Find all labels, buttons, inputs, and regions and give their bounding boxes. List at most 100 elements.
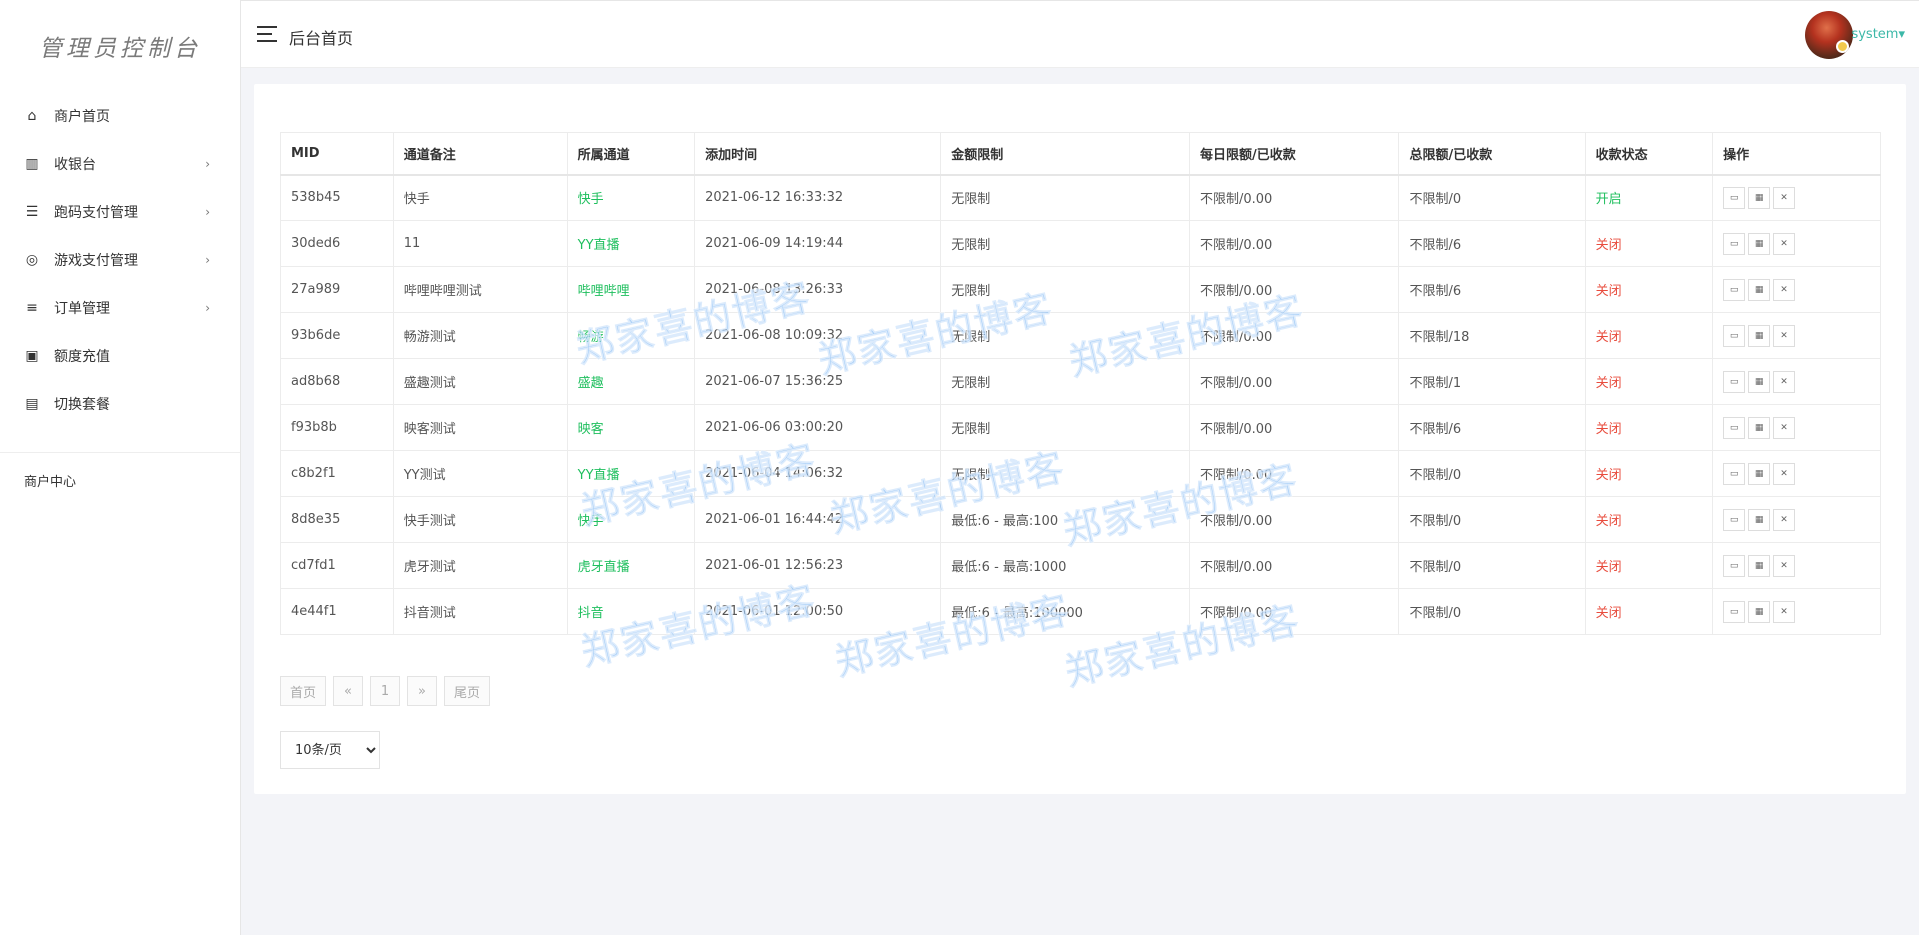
close-icon[interactable]: ✕ [1773, 462, 1796, 485]
table-cell: 不限制/0 [1398, 496, 1586, 543]
avatar[interactable] [1805, 11, 1853, 59]
table-row: 4e44f1 抖音测试 抖音 2021-06-01 12:00:50 最低:6 - 最高… [280, 588, 1881, 635]
close-icon[interactable]: ✕ [1773, 508, 1796, 531]
table-cell: 27a989 [280, 266, 394, 313]
table-cell: 畅游测试 [392, 312, 568, 359]
content-card: MID 通道备注 所属通道 添加时间 金额限制 每日限额/已收款 总限额/已收款 收款状态 操作… [254, 84, 1906, 794]
close-icon[interactable]: ✕ [1773, 370, 1796, 393]
copy-icon[interactable]: ▦ [1748, 554, 1771, 577]
table-cell: 畅游 [566, 312, 696, 359]
page-first-button[interactable]: 首页 [280, 676, 327, 706]
page-current-button[interactable]: 1 [370, 676, 401, 706]
actions-cell: ▭ ▦ ✕ [1712, 220, 1881, 267]
sidebar-item-label: 商户首页 [54, 109, 110, 125]
copy-icon[interactable]: ▦ [1748, 232, 1771, 255]
edit-icon[interactable]: ▭ [1723, 278, 1746, 301]
table-row: 8d8e35 快手测试 快手 2021-06-01 16:44:42 最低:6 - 最高… [280, 496, 1881, 543]
page-next-button[interactable]: » [407, 676, 438, 706]
table-row: 93b6de 畅游测试 畅游 2021-06-08 10:09:32 无限制 不限制/0.… [280, 312, 1881, 359]
column-header: 收款状态 [1584, 132, 1714, 176]
table-cell: 2021-06-12 16:33:32 [694, 174, 942, 221]
sidebar-item-1[interactable]: ▥ 收银台 › [0, 140, 240, 188]
table-cell: 无限制 [940, 266, 1190, 313]
table-header-row: MID 通道备注 所属通道 添加时间 金额限制 每日限额/已收款 总限额/已收款 收款状态 操作 [280, 132, 1881, 176]
table-cell: ad8b68 [280, 358, 394, 405]
copy-icon[interactable]: ▦ [1748, 186, 1771, 209]
table-cell: 快手测试 [392, 496, 568, 543]
table-cell: YY测试 [392, 450, 568, 497]
edit-icon[interactable]: ▭ [1723, 370, 1746, 393]
sidebar-item-6[interactable]: ▤ 切换套餐 [0, 380, 240, 428]
table-cell: 关闭 [1584, 220, 1714, 267]
close-icon[interactable]: ✕ [1773, 600, 1796, 623]
table-cell: 无限制 [940, 404, 1190, 451]
copy-icon[interactable]: ▦ [1748, 416, 1771, 439]
copy-icon[interactable]: ▦ [1748, 600, 1771, 623]
table-cell: 哔哩哔哩 [566, 266, 696, 313]
table-row: c8b2f1 YY测试 YY直播 2021-06-04 14:06:32 无限制 不限制/… [280, 450, 1881, 497]
table-cell: 虎牙直播 [566, 542, 696, 589]
copy-icon[interactable]: ▦ [1748, 508, 1771, 531]
table-cell: 不限制/0 [1398, 588, 1586, 635]
table-cell: 不限制/0.00 [1188, 358, 1400, 405]
edit-icon[interactable]: ▭ [1723, 554, 1746, 577]
close-icon[interactable]: ✕ [1773, 232, 1796, 255]
column-header: MID [280, 132, 394, 176]
close-icon[interactable]: ✕ [1773, 554, 1796, 577]
sidebar-item-3[interactable]: ◎ 游戏支付管理 › [0, 236, 240, 284]
sidebar-item-2[interactable]: ☰ 跑码支付管理 › [0, 188, 240, 236]
user-menu[interactable]: system▾ [1851, 27, 1905, 42]
menu-toggle-icon[interactable] [257, 26, 277, 42]
column-header: 添加时间 [694, 132, 942, 176]
page-last-button[interactable]: 尾页 [444, 676, 491, 706]
chevron-right-icon: › [205, 205, 210, 219]
copy-icon[interactable]: ▦ [1748, 324, 1771, 347]
home-icon: ⌂ [27, 108, 37, 124]
table-cell: 映客 [566, 404, 696, 451]
sidebar-item-label: 收银台 [54, 157, 96, 173]
sidebar-item-4[interactable]: ≡ 订单管理 › [0, 284, 240, 332]
table-cell: 快手 [566, 174, 696, 221]
sidebar-item-0[interactable]: ⌂ 商户首页 [0, 92, 240, 140]
copy-icon[interactable]: ▦ [1748, 462, 1771, 485]
close-icon[interactable]: ✕ [1773, 416, 1796, 439]
top-header: 后台首页 system▾ [241, 0, 1919, 68]
table-cell: 不限制/0.00 [1188, 312, 1400, 359]
chevron-right-icon: › [205, 301, 210, 315]
table-cell: 快手 [392, 174, 568, 221]
table-cell: 抖音测试 [392, 588, 568, 635]
close-icon[interactable]: ✕ [1773, 278, 1796, 301]
table-cell: 11 [392, 220, 568, 267]
copy-icon[interactable]: ▦ [1748, 370, 1771, 393]
page-prev-button[interactable]: « [333, 676, 364, 706]
sidebar-section-merchant-center[interactable]: 商户中心 [0, 471, 240, 490]
table-row: ad8b68 盛趣测试 盛趣 2021-06-07 15:36:25 无限制 不限制/0.… [280, 358, 1881, 405]
edit-icon[interactable]: ▭ [1723, 232, 1746, 255]
pagination: 首页 « 1 » 尾页 [280, 676, 497, 706]
edit-icon[interactable]: ▭ [1723, 186, 1746, 209]
table-cell: 4e44f1 [280, 588, 394, 635]
table-cell: c8b2f1 [280, 450, 394, 497]
table-cell: 不限制/6 [1398, 220, 1586, 267]
list-icon: ☰ [25, 204, 39, 220]
sidebar-item-5[interactable]: ▣ 额度充值 [0, 332, 240, 380]
table-cell: 8d8e35 [280, 496, 394, 543]
table-cell: 2021-06-08 10:09:32 [694, 312, 942, 359]
table-cell: 不限制/0.00 [1188, 450, 1400, 497]
page-size-select[interactable]: 10条/页 [280, 731, 380, 769]
edit-icon[interactable]: ▭ [1723, 462, 1746, 485]
logo: 管理员控制台 [39, 36, 201, 62]
table-cell: 无限制 [940, 312, 1190, 359]
close-icon[interactable]: ✕ [1773, 186, 1796, 209]
copy-icon[interactable]: ▦ [1748, 278, 1771, 301]
edit-icon[interactable]: ▭ [1723, 600, 1746, 623]
table-row: cd7fd1 虎牙测试 虎牙直播 2021-06-01 12:56:23 最低:6 - … [280, 542, 1881, 589]
edit-icon[interactable]: ▭ [1723, 416, 1746, 439]
table-cell: 不限制/0.00 [1188, 266, 1400, 313]
close-icon[interactable]: ✕ [1773, 324, 1796, 347]
edit-icon[interactable]: ▭ [1723, 324, 1746, 347]
column-header: 操作 [1712, 132, 1881, 176]
edit-icon[interactable]: ▭ [1723, 508, 1746, 531]
table-cell: 无限制 [940, 358, 1190, 405]
table-cell: 抖音 [566, 588, 696, 635]
